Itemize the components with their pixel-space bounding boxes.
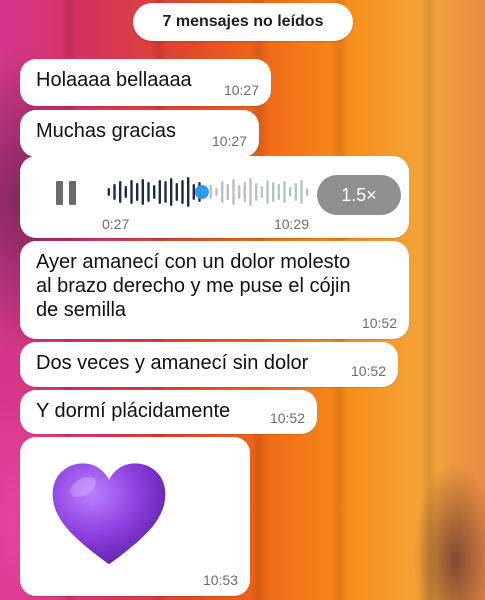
waveform-bar (289, 187, 292, 197)
waveform-bar (283, 181, 286, 203)
message-time: 10:52 (269, 410, 305, 426)
waveform-bar (260, 186, 263, 198)
message-time: 10:27 (223, 82, 259, 98)
waveform-bar (255, 183, 258, 201)
playback-speed-label: 1.5× (341, 184, 377, 205)
waveform-bar (158, 180, 161, 204)
waveform-bar (300, 180, 303, 204)
unread-messages-label: 7 mensajes no leídos (162, 13, 324, 30)
message-time: 10:52 (350, 363, 386, 379)
waveform-bar (175, 183, 178, 201)
message-bubble[interactable]: Dos veces y amanecí sin dolor 10:52 (20, 342, 398, 387)
waveform-bar (119, 181, 122, 203)
message-text: Ayer amanecí con un dolor molesto al bra… (36, 251, 351, 321)
waveform-bar (215, 188, 218, 196)
waveform-bar (209, 185, 212, 199)
waveform-bar (130, 180, 133, 204)
waveform-bar (192, 184, 195, 200)
waveform-bar (113, 184, 116, 200)
message-text: Dos veces y amanecí sin dolor (36, 352, 309, 374)
pause-icon[interactable] (56, 181, 78, 205)
waveform-bar (272, 182, 275, 202)
message-text: Y dormí plácidamente (36, 400, 231, 422)
waveform-bar (306, 188, 309, 196)
waveform-bar (153, 185, 156, 199)
waveform-bar (221, 181, 224, 203)
waveform-bar (226, 184, 229, 200)
voice-elapsed-time: 0:27 (102, 216, 130, 232)
message-bubble[interactable]: Y dormí plácidamente 10:52 (20, 390, 317, 434)
waveform-bar (147, 182, 150, 202)
message-bubble[interactable]: Muchas gracias 10:27 (20, 110, 259, 157)
waveform-bar (170, 178, 173, 206)
waveform-bar (232, 179, 235, 205)
message-text: Holaaaa bellaaaa (36, 69, 192, 91)
message-time: 10:53 (202, 572, 238, 588)
waveform-bar (164, 181, 167, 203)
message-bubble[interactable]: Ayer amanecí con un dolor molesto al bra… (20, 241, 409, 339)
message-time: 10:52 (361, 315, 397, 331)
purple-heart-icon (52, 463, 166, 565)
message-time: 10:27 (211, 133, 247, 149)
waveform-bar (294, 183, 297, 201)
waveform-bar (136, 183, 139, 201)
message-time: 10:29 (273, 216, 309, 232)
waveform-bar (107, 188, 110, 196)
waveform-bar (141, 179, 144, 205)
audio-waveform[interactable] (106, 174, 310, 210)
waveform-bar (238, 185, 241, 199)
message-text: Muchas gracias (36, 120, 177, 142)
background-fold (420, 0, 438, 600)
playback-position-thumb[interactable] (194, 185, 209, 199)
waveform-bar (187, 177, 190, 207)
unread-messages-banner[interactable]: 7 mensajes no leídos (133, 3, 353, 41)
waveform-bar (243, 182, 246, 202)
voice-message-bubble[interactable]: 0:27 10:29 1.5× (20, 156, 409, 238)
waveform-bar (277, 184, 280, 200)
waveform-bar (266, 180, 269, 204)
waveform-bar (249, 178, 252, 206)
sticker-message-bubble[interactable]: 10:53 (20, 437, 250, 596)
waveform-bar (181, 180, 184, 204)
waveform-bar (124, 186, 127, 198)
message-bubble[interactable]: Holaaaa bellaaaa 10:27 (20, 59, 271, 106)
playback-speed-button[interactable]: 1.5× (317, 175, 401, 215)
